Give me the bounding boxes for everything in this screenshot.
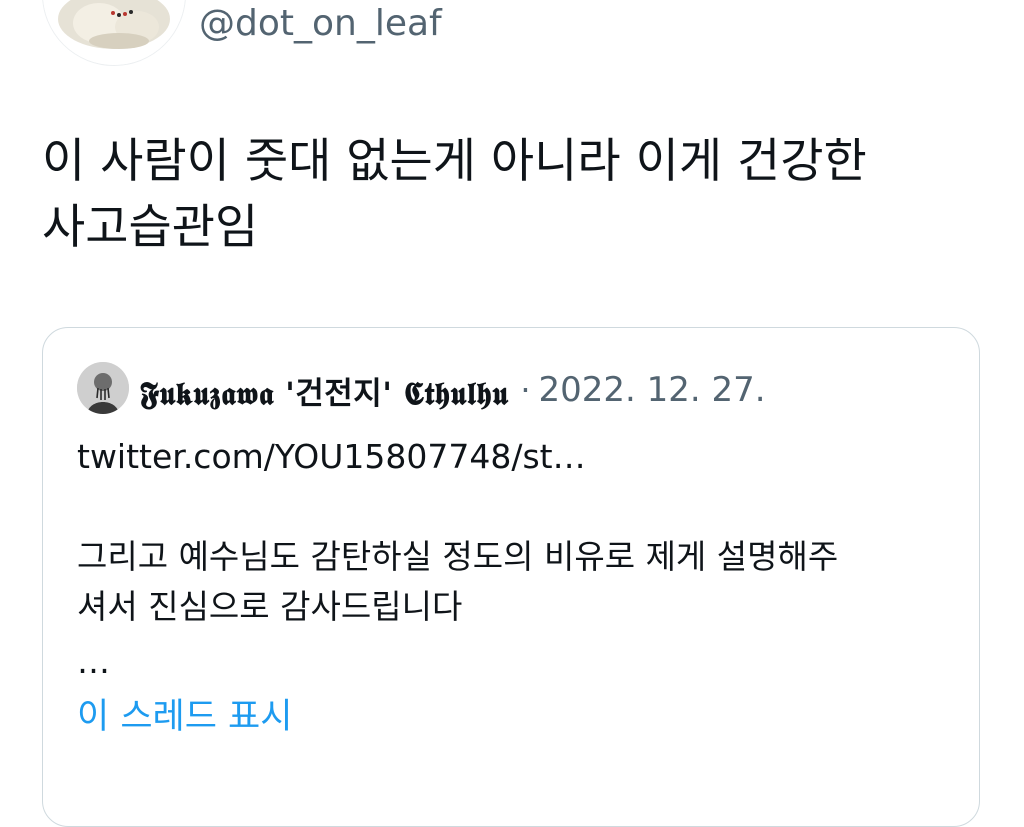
quoted-author-avatar[interactable]	[77, 362, 129, 414]
quoted-display-name[interactable]: 𝕱𝖚𝖐𝖚𝖟𝖆𝖜𝖆 '건전지' 𝕮𝖙𝖍𝖚𝖑𝖍𝖚	[140, 368, 508, 413]
tweet-text-line: 사고습관임	[42, 200, 259, 255]
tweet-text-line: 이 사람이 줏대 없는게 아니라 이게 건강한	[42, 134, 867, 189]
quoted-avatar-image	[77, 362, 129, 414]
quoted-tweet-header: 𝕱𝖚𝖐𝖚𝖟𝖆𝖜𝖆 '건전지' 𝕮𝖙𝖍𝖚𝖑𝖍𝖚 · 2022. 12. 27.	[140, 366, 766, 414]
header-separator: ·	[520, 371, 531, 409]
show-thread-link[interactable]: 이 스레드 표시	[77, 692, 292, 742]
quoted-tweet-card[interactable]: 𝕱𝖚𝖐𝖚𝖟𝖆𝖜𝖆 '건전지' 𝕮𝖙𝖍𝖚𝖑𝖍𝖚 · 2022. 12. 27. t…	[42, 327, 980, 827]
tweet-text: 이 사람이 줏대 없는게 아니라 이게 건강한 사고습관임	[42, 129, 982, 261]
quoted-tweet-link[interactable]: twitter.com/YOU15807748/st…	[77, 432, 957, 482]
quoted-body-ellipsis: …	[77, 642, 110, 681]
author-handle[interactable]: @dot_on_leaf	[199, 2, 442, 46]
quoted-body-line: 셔서 진심으로 감사드립니다	[77, 587, 463, 626]
quoted-tweet-date[interactable]: 2022. 12. 27.	[539, 370, 766, 410]
quoted-tweet-body: twitter.com/YOU15807748/st… 그리고 예수님도 감탄하…	[77, 432, 957, 692]
author-avatar[interactable]	[42, 0, 186, 66]
avatar-image	[43, 0, 185, 65]
quoted-body-line: 그리고 예수님도 감탄하실 정도의 비유로 제게 설명해주	[77, 537, 839, 576]
